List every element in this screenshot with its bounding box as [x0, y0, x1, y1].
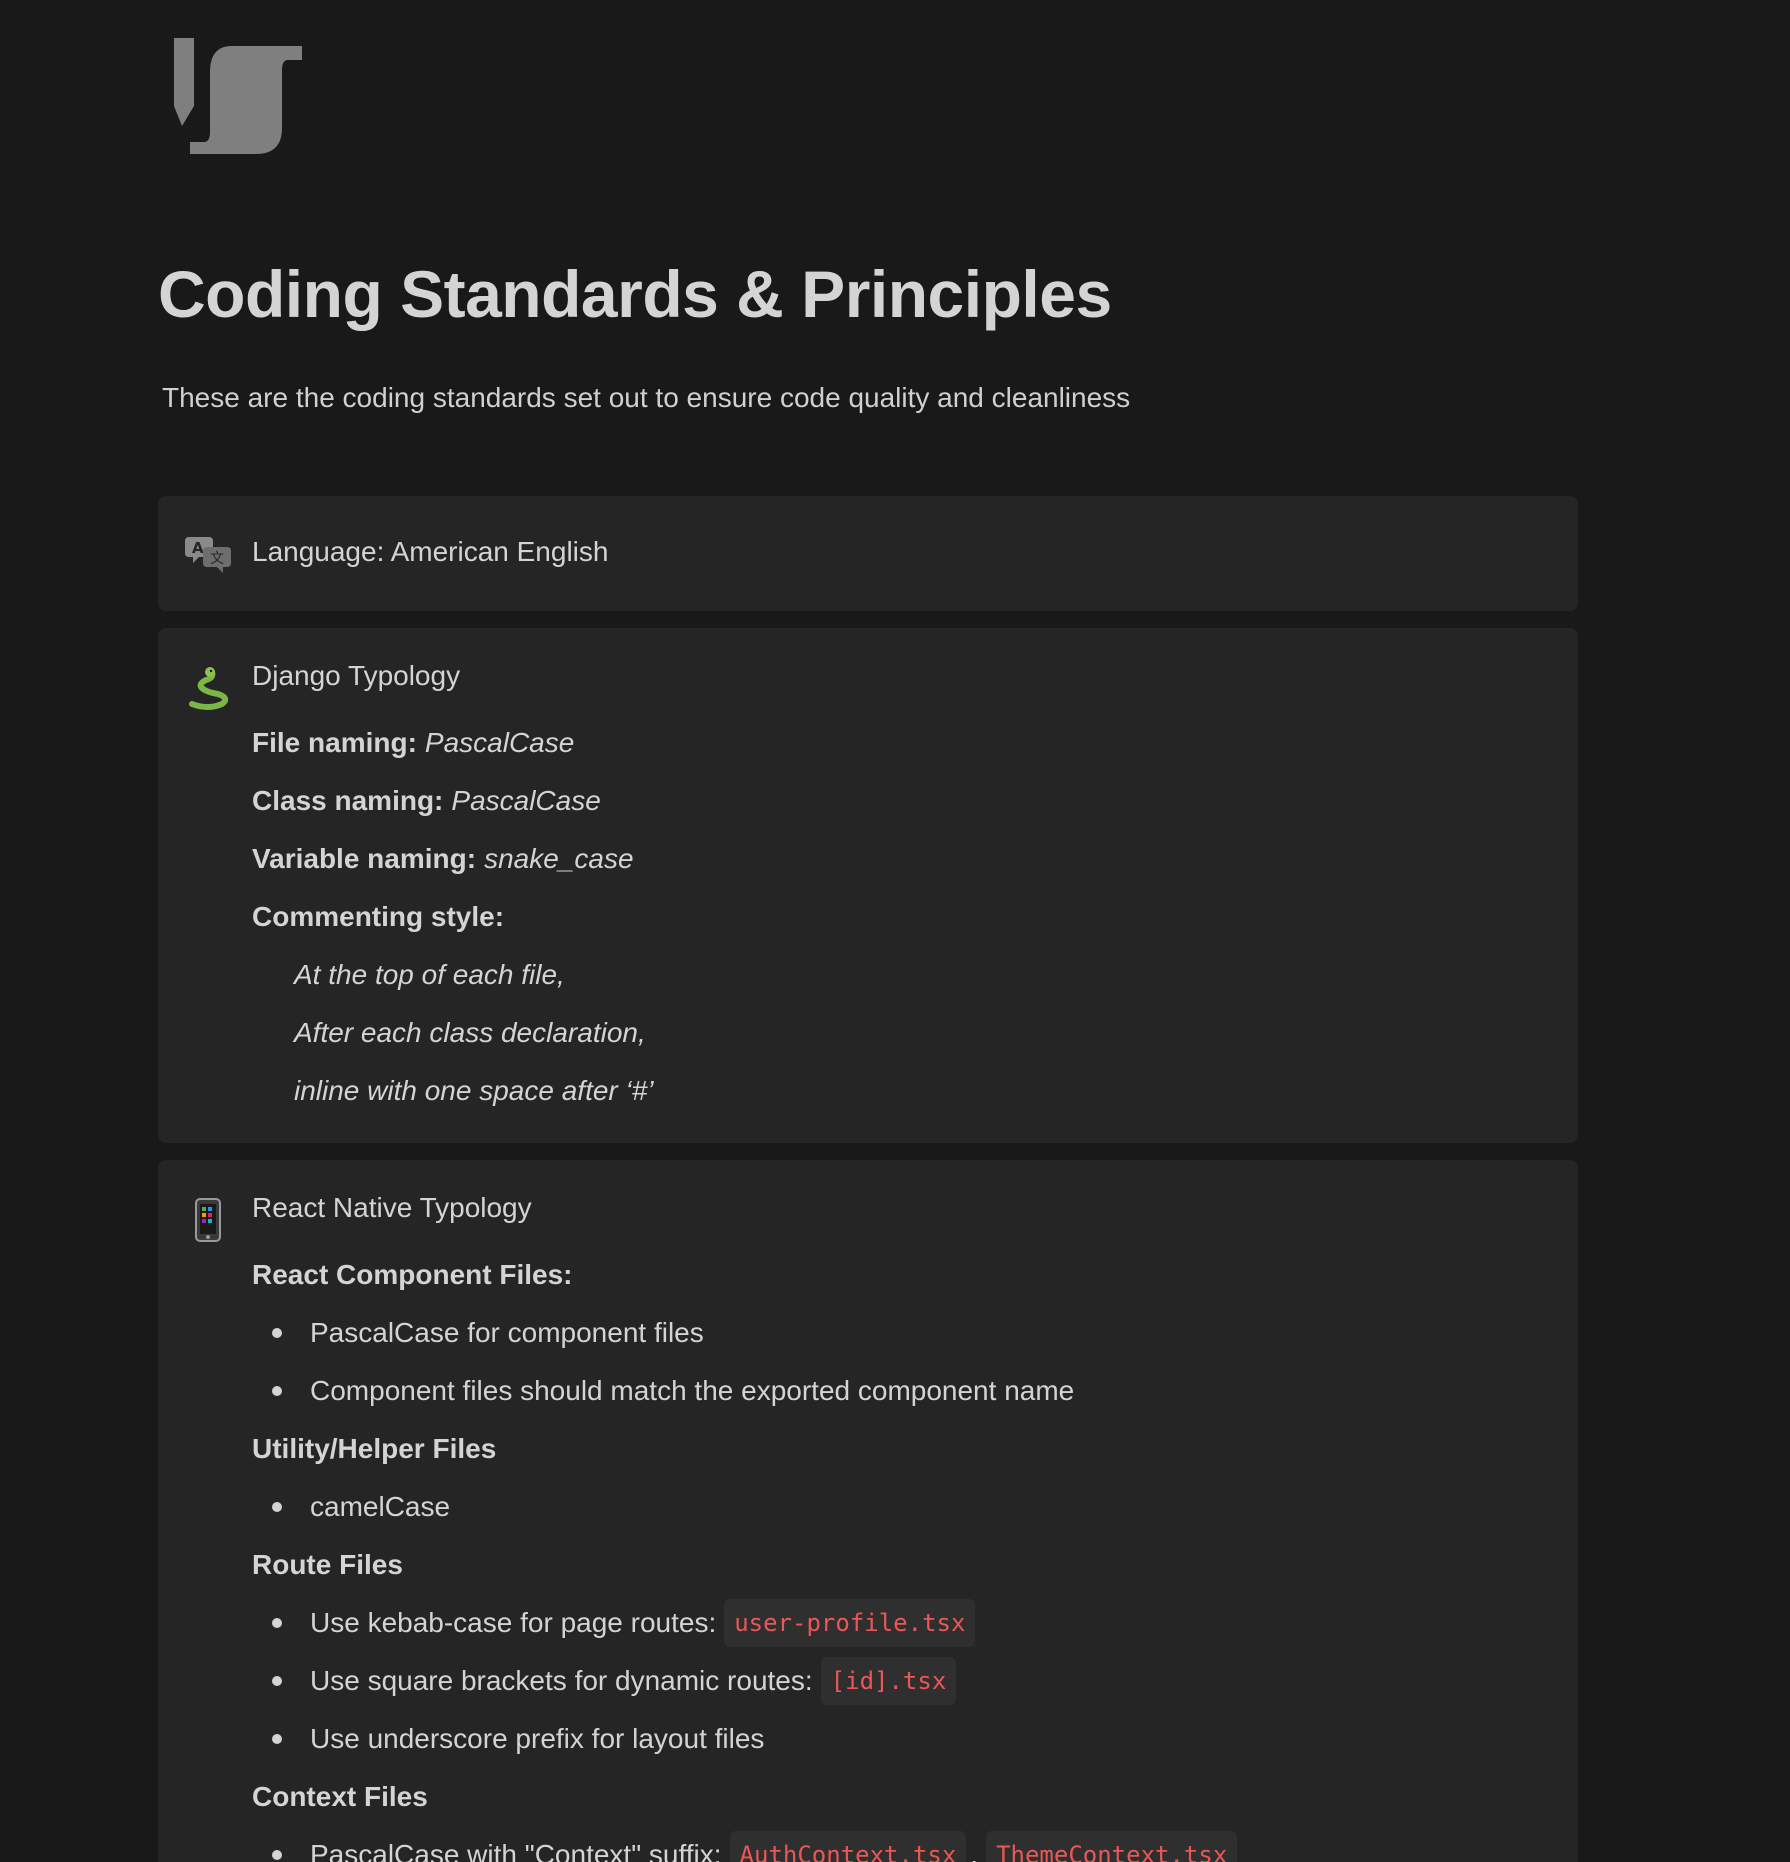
inline-code: user-profile.tsx — [724, 1599, 976, 1647]
variable-naming-row: Variable naming: snake_case — [252, 830, 1538, 888]
list-item: Use kebab-case for page routes: user-pro… — [252, 1594, 1538, 1652]
component-files-heading: React Component Files: — [252, 1259, 573, 1290]
mobile-phone-icon[interactable] — [184, 1196, 232, 1244]
page: Coding Standards & Principles These are … — [0, 0, 1790, 1862]
class-naming-row: Class naming: PascalCase — [252, 772, 1538, 830]
inline-code: [id].tsx — [820, 1657, 957, 1705]
list-item: Use square brackets for dynamic routes: … — [252, 1652, 1538, 1710]
file-naming-value: PascalCase — [424, 727, 575, 758]
list-item: camelCase — [252, 1478, 1538, 1536]
callout-react-native: React Native Typology React Component Fi… — [158, 1160, 1578, 1862]
callout-language: A 文 Language: American English — [158, 496, 1578, 611]
separator: , — [970, 1839, 979, 1862]
list-item-text: Component files should match the exporte… — [310, 1375, 1075, 1406]
list-item-text: PascalCase with "Context" suffix: — [310, 1839, 722, 1862]
list-item-text: Use kebab-case for page routes: — [310, 1607, 717, 1638]
svg-text:文: 文 — [210, 551, 224, 567]
variable-naming-value: snake_case — [484, 843, 634, 874]
list-item: PascalCase with "Context" suffix: AuthCo… — [252, 1826, 1538, 1862]
bullet-icon — [272, 1618, 282, 1628]
file-naming-row: File naming: PascalCase — [252, 714, 1538, 772]
comment-item: After each class declaration, — [294, 1017, 646, 1048]
django-title: Django Typology — [252, 660, 461, 691]
language-label: Language: American English — [252, 536, 609, 567]
page-icon[interactable] — [170, 36, 306, 158]
list-item: Component files should match the exporte… — [252, 1362, 1538, 1420]
callout-django: Django Typology File naming: PascalCase … — [158, 628, 1578, 1143]
react-native-title: React Native Typology — [252, 1192, 532, 1223]
snake-icon[interactable] — [184, 664, 232, 712]
list-item-text: Use square brackets for dynamic routes: — [310, 1665, 813, 1696]
commenting-style-row: Commenting style: — [252, 888, 1538, 946]
class-naming-value: PascalCase — [451, 785, 601, 816]
context-files-heading: Context Files — [252, 1781, 428, 1812]
bullet-icon — [272, 1502, 282, 1512]
comment-item: inline with one space after ‘#’ — [294, 1075, 654, 1106]
bullet-icon — [272, 1328, 282, 1338]
bullet-icon — [272, 1850, 282, 1860]
class-naming-label: Class naming: — [252, 785, 444, 816]
list-item: Use underscore prefix for layout files — [252, 1710, 1538, 1768]
translate-icon[interactable]: A 文 — [184, 529, 232, 577]
svg-text:A: A — [192, 539, 204, 557]
route-files-heading: Route Files — [252, 1549, 403, 1580]
page-subtitle: These are the coding standards set out t… — [162, 382, 1131, 413]
list-item-text: camelCase — [310, 1491, 451, 1522]
file-naming-label: File naming: — [252, 727, 417, 758]
list-item-text: Use underscore prefix for layout files — [310, 1723, 765, 1754]
bullet-icon — [272, 1676, 282, 1686]
commenting-style-label: Commenting style: — [252, 901, 505, 932]
bullet-icon — [272, 1386, 282, 1396]
inline-code: ThemeContext.tsx — [986, 1831, 1238, 1862]
comment-item: At the top of each file, — [294, 959, 565, 990]
list-item: PascalCase for component files — [252, 1304, 1538, 1362]
inline-code: AuthContext.tsx — [729, 1831, 967, 1862]
utility-files-heading: Utility/Helper Files — [252, 1433, 497, 1464]
variable-naming-label: Variable naming: — [252, 843, 477, 874]
list-item-text: PascalCase for component files — [310, 1317, 704, 1348]
page-title: Coding Standards & Principles — [158, 257, 1112, 331]
bullet-icon — [272, 1734, 282, 1744]
